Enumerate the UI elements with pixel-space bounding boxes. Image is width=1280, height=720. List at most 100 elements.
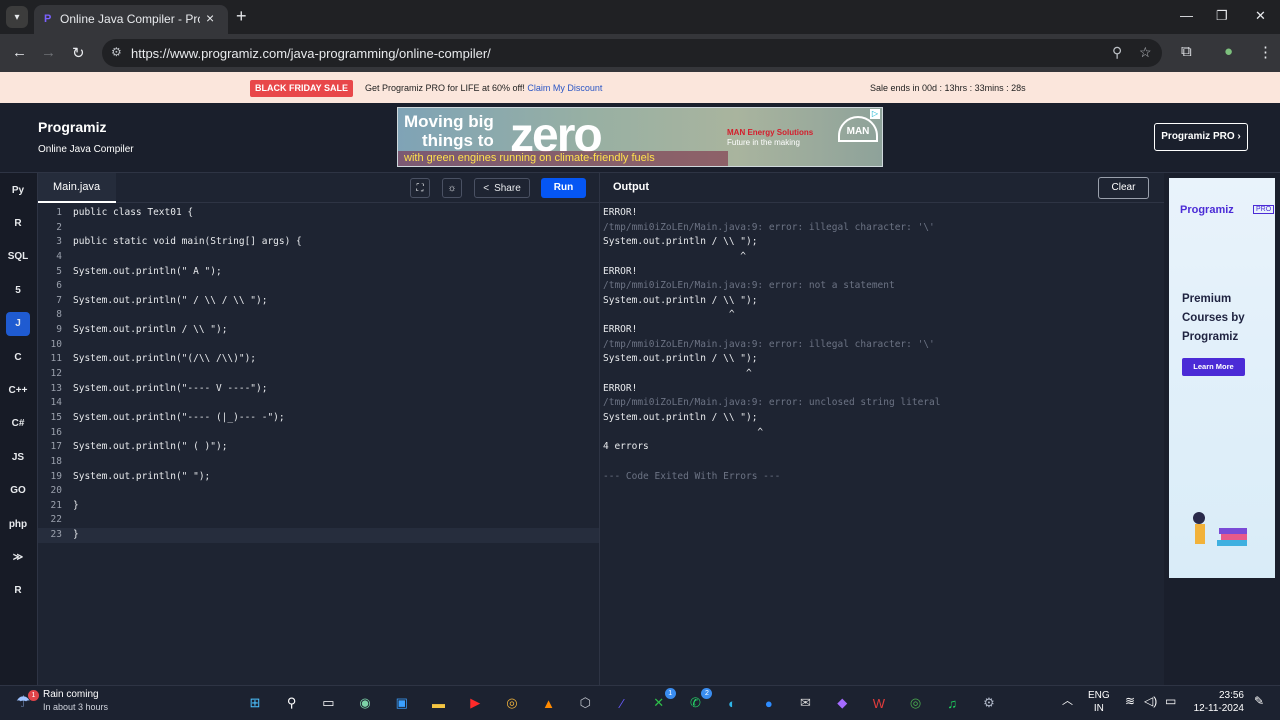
wps-icon[interactable]: W — [867, 691, 891, 715]
python-icon[interactable]: Py — [6, 178, 30, 202]
share-icon: < — [483, 182, 490, 194]
database-icon[interactable]: SQL — [6, 245, 30, 269]
clock[interactable]: 23:56 12-11-2024 — [1192, 689, 1244, 715]
php-icon[interactable]: php — [6, 512, 30, 536]
volume-icon[interactable]: ◁) — [1144, 695, 1157, 708]
close-window-icon[interactable]: ✕ — [1255, 8, 1266, 24]
line-number: 22 — [50, 514, 62, 526]
sale-badge: BLACK FRIDAY SALE — [250, 80, 354, 97]
zoom-icon[interactable]: ● — [757, 691, 781, 715]
c-icon[interactable]: C — [6, 345, 30, 369]
code-area[interactable]: 1 public class Text01 {2 3 public static vo… — [38, 206, 599, 543]
html5-icon[interactable]: 5 — [6, 278, 30, 302]
ad-info-icon[interactable]: ▷ — [870, 109, 880, 119]
mail-icon[interactable]: ✉ — [794, 691, 818, 715]
xbox-icon-glyph: ✕ — [653, 695, 665, 710]
file-explorer-icon[interactable]: ▬ — [427, 691, 451, 715]
tray-chevron-icon[interactable]: ︿ — [1062, 695, 1073, 708]
back-icon[interactable]: ← — [12, 44, 27, 61]
box-icon[interactable]: ⬡ — [573, 691, 597, 715]
line-number: 1 — [56, 207, 62, 218]
language-indicator[interactable]: ENG IN — [1088, 689, 1110, 715]
clear-button[interactable]: Clear — [1098, 177, 1149, 199]
weather-icon[interactable]: ☂ 1 — [16, 690, 39, 714]
copilot-icon[interactable]: ◉ — [353, 691, 377, 715]
code-line: 14 — [38, 396, 599, 411]
notification-icon[interactable]: ✎ — [1254, 695, 1264, 708]
output-line: /tmp/mmi0iZoLEn/Main.java:9: error: uncl… — [603, 397, 941, 409]
vlc-icon-glyph: ▲ — [542, 695, 556, 711]
browser-tabbar: ▾ P Online Java Compiler - Program × + —… — [0, 0, 1280, 34]
spotify-icon-glyph: ♫ — [947, 695, 958, 711]
banner-ad[interactable]: Moving big things to zero with green eng… — [397, 107, 883, 167]
browser-tab[interactable]: P Online Java Compiler - Program × — [34, 5, 228, 34]
whatsapp-icon[interactable]: ✆ 2 — [683, 688, 713, 715]
code-line: 22 — [38, 513, 599, 528]
tab-close-icon[interactable]: × — [206, 10, 214, 26]
bookmark-star-icon[interactable]: ☆ — [1139, 44, 1152, 61]
chrome-icon[interactable]: ◎ — [500, 691, 524, 715]
programiz-logo[interactable]: Programiz — [38, 119, 106, 135]
share-button[interactable]: < Share — [474, 178, 530, 198]
chrome-active-icon[interactable]: ◎ — [904, 691, 928, 715]
m365-icon[interactable]: ◆ — [830, 691, 854, 715]
tab-search-icon[interactable]: ▾ — [6, 6, 28, 28]
start-icon[interactable]: ⊞ — [243, 691, 267, 715]
line-number: 6 — [56, 280, 62, 292]
spotify-icon[interactable]: ♫ — [940, 691, 964, 715]
line-number: 19 — [50, 470, 62, 482]
promo-message: Get Programiz PRO for LIFE at 60% off! C… — [365, 83, 602, 93]
store-icon[interactable]: ▣ — [390, 691, 414, 715]
minimize-icon[interactable]: — — [1180, 8, 1193, 23]
extensions-icon[interactable]: ⧉ — [1181, 43, 1192, 60]
csharp-icon[interactable]: C# — [6, 412, 30, 436]
menu-kebab-icon[interactable]: ⋮ — [1258, 43, 1273, 61]
youtube-icon[interactable]: ▶ — [463, 691, 487, 715]
search-icon-glyph: ⚲ — [286, 695, 297, 710]
theme-toggle-icon[interactable]: ☼ — [442, 178, 462, 198]
code-line: 7 System.out.println(" / \\ / \\ "); — [38, 294, 599, 309]
output-line: System.out.println / \\ "); — [603, 353, 758, 365]
edge-icon[interactable]: ◐ — [720, 691, 744, 715]
side-ad-panel: Programiz PRO Premium Courses by Program… — [1164, 173, 1280, 685]
address-bar[interactable]: ⚙ https://www.programiz.com/java-program… — [102, 39, 1162, 67]
code-text: System.out.println("---- V ----"); — [73, 382, 268, 394]
fullscreen-icon[interactable]: ⛶ — [410, 178, 430, 198]
java-icon[interactable]: J — [6, 311, 30, 336]
code-line: 17 System.out.println(" ( )"); — [38, 440, 599, 455]
r-icon[interactable]: R — [6, 211, 30, 235]
js-icon[interactable]: JS — [6, 445, 30, 469]
output-header: Output Clear — [600, 173, 1165, 203]
programiz-pro-button[interactable]: Programiz PRO › — [1154, 123, 1248, 151]
task-view-icon[interactable]: ▭ — [316, 691, 340, 715]
ad-brand-sub: Future in the making — [727, 138, 800, 147]
code-text: System.out.println(" ( )"); — [73, 441, 228, 453]
site-info-icon[interactable]: ⚙ — [111, 45, 122, 59]
cpp-icon[interactable]: C++ — [6, 378, 30, 402]
code-text: public static void main(String[] args) { — [73, 236, 302, 248]
file-tab[interactable]: Main.java — [38, 173, 116, 203]
claim-discount-link[interactable]: Claim My Discount — [527, 83, 602, 93]
profile-avatar[interactable]: ● — [1224, 43, 1233, 60]
search-icon[interactable]: ⚲ — [280, 691, 304, 715]
settings-icon[interactable]: ⚙ — [977, 691, 1001, 715]
vlc-icon[interactable]: ▲ — [537, 691, 561, 715]
maximize-icon[interactable]: ❐ — [1216, 8, 1228, 24]
editor-icon[interactable]: ⁄ — [610, 691, 634, 715]
side-ad[interactable]: Programiz PRO Premium Courses by Program… — [1169, 178, 1275, 578]
whatsapp-icon-glyph: ✆ — [689, 695, 701, 710]
xbox-icon[interactable]: ✕ 1 — [647, 688, 676, 715]
rust-icon[interactable]: R — [6, 579, 30, 603]
output-line: ERROR! — [603, 324, 638, 336]
reload-icon[interactable]: ↻ — [72, 44, 85, 62]
share-label: Share — [494, 182, 521, 194]
learn-more-button[interactable]: Learn More — [1182, 358, 1245, 376]
swift-icon[interactable]: ≫ — [6, 545, 30, 569]
new-tab-icon[interactable]: + — [236, 6, 247, 27]
forward-icon[interactable]: → — [41, 44, 56, 61]
wifi-icon[interactable]: ≋ — [1125, 695, 1135, 708]
run-button[interactable]: Run — [541, 178, 586, 198]
zoom-icon[interactable]: ⚲ — [1112, 44, 1122, 61]
battery-icon[interactable]: ▭ — [1165, 695, 1176, 708]
go-icon[interactable]: GO — [6, 479, 30, 503]
